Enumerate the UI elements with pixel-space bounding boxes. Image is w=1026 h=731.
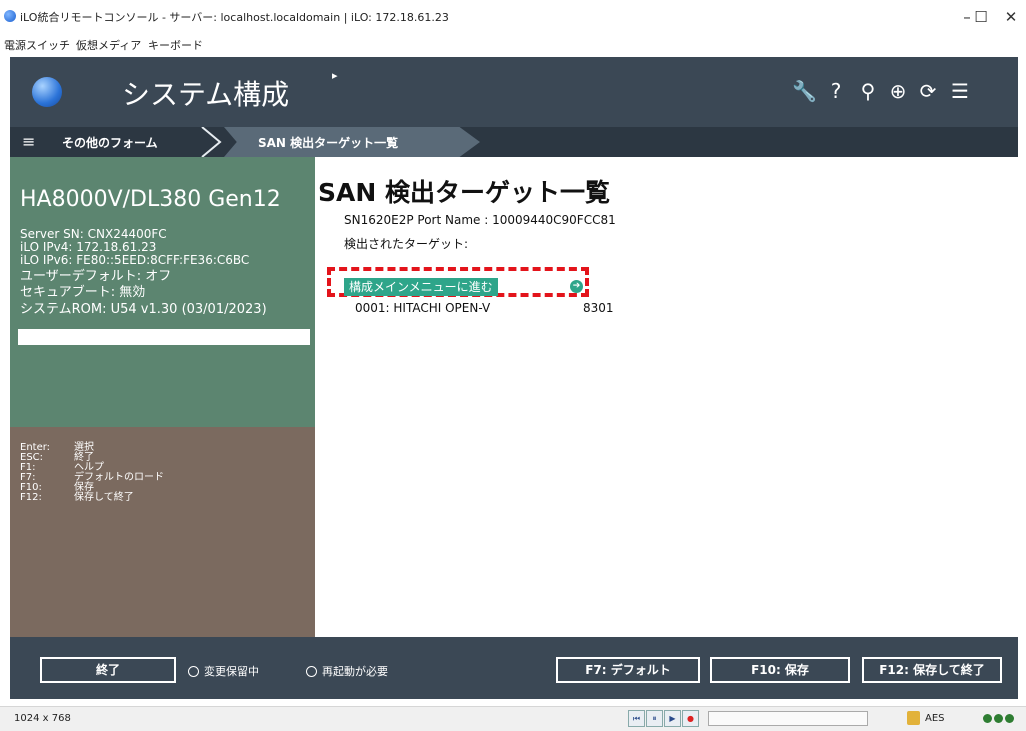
globe-icon[interactable]: ⊕ [886, 77, 910, 105]
secure-boot: セキュアブート: 無効 [20, 285, 146, 300]
window-title: iLO統合リモートコンソール - サーバー: localhost.localdo… [20, 11, 449, 24]
console-status-bar: 1024 x 768 ⏮ ⏸ ▶ ● AES [0, 706, 1026, 731]
playback-controls: ⏮ ⏸ ▶ ● [628, 710, 699, 727]
target-item[interactable]: 0001: HITACHI OPEN-V [355, 301, 490, 315]
main-content: SAN 検出ターゲット一覧 SN1620E2P Port Name : 1000… [315, 157, 1018, 637]
f10-save-button[interactable]: F10: 保存 [710, 657, 850, 683]
system-rom: システムROM: U54 v1.30 (03/01/2023) [20, 302, 267, 317]
page-title: SAN 検出ターゲット一覧 [318, 178, 610, 207]
goto-main-menu-button[interactable]: 構成メインメニューに進む [344, 278, 498, 296]
menu-virtual-media[interactable]: 仮想メディア [76, 37, 141, 53]
menu-keyboard[interactable]: キーボード [148, 37, 203, 53]
radio-circle-icon [188, 666, 199, 677]
key-help-panel: Enter: 選択 ESC: 終了 F1: ヘルプ F7: デフォルトのロード F10:… [10, 427, 315, 637]
server-model: HA8000V/DL380 Gen12 [20, 187, 281, 212]
lock-icon [907, 711, 920, 725]
f12-save-exit-button[interactable]: F12: 保存して終了 [862, 657, 1002, 683]
menu-power-switch[interactable]: 電源スイッチ [4, 37, 70, 53]
breadcrumb-other-forms[interactable]: その他のフォーム [62, 134, 158, 151]
help-icon[interactable]: ? [824, 77, 848, 105]
status-lights [983, 714, 1014, 723]
screen-resolution: 1024 x 768 [14, 713, 71, 724]
hamburger-menu-icon[interactable]: ≡ [22, 132, 35, 151]
status-light-icon [1005, 714, 1014, 723]
progress-bar [708, 711, 868, 726]
breadcrumb: ≡ その他のフォーム SAN 検出ターゲット一覧 [10, 127, 1018, 157]
server-info-panel: HA8000V/DL380 Gen12 Server SN: CNX24400F… [10, 157, 315, 427]
system-config-header: システム構成 ▸ 🔧 ? ⚲ ⊕ ⟳ ☰ [10, 57, 1018, 127]
arrow-right-icon[interactable]: ➔ [570, 280, 583, 293]
maximize-button[interactable]: ☐ [966, 6, 996, 28]
radio-circle-icon [306, 666, 317, 677]
f7-default-button[interactable]: F7: デフォルト [556, 657, 700, 683]
breadcrumb-current-label: SAN 検出ターゲット一覧 [258, 136, 399, 150]
target-port: 8301 [583, 301, 614, 315]
bottom-action-bar: 終了 変更保留中 再起動が必要 F7: デフォルト F10: 保存 F12: 保… [10, 637, 1018, 699]
key-help-row: F12: 保存して終了 [20, 492, 134, 503]
status-light-icon [994, 714, 1003, 723]
pause-icon[interactable]: ⏸ [646, 710, 663, 727]
page-header-title: システム構成 [122, 78, 290, 111]
server-icon[interactable]: ☰ [948, 77, 972, 105]
wrench-icon[interactable]: 🔧 [792, 77, 817, 105]
breadcrumb-san-targets[interactable]: SAN 検出ターゲット一覧 [224, 127, 480, 157]
exit-button[interactable]: 終了 [40, 657, 176, 683]
search-icon[interactable]: ⚲ [856, 77, 880, 105]
status-light-icon [983, 714, 992, 723]
refresh-icon[interactable]: ⟳ [916, 77, 940, 105]
ilo-ipv6: iLO IPv6: FE80::5EED:8CFF:FE36:C6BC [20, 253, 250, 267]
pending-changes-indicator: 変更保留中 [188, 663, 259, 679]
ilo-app-icon [4, 10, 16, 22]
play-icon[interactable]: ▶ [664, 710, 681, 727]
mouse-cursor-icon: ▸ [332, 69, 338, 82]
reboot-required-indicator: 再起動が必要 [306, 663, 388, 679]
info-blank-bar [18, 329, 310, 345]
user-default: ユーザーデフォルト: オフ [20, 269, 172, 284]
close-button[interactable]: ✕ [996, 6, 1026, 28]
skip-back-icon[interactable]: ⏮ [628, 710, 645, 727]
detected-targets-label: 検出されたターゲット: [344, 237, 469, 251]
port-name-line: SN1620E2P Port Name : 10009440C90FCC81 [344, 213, 616, 227]
window-titlebar: iLO統合リモートコンソール - サーバー: localhost.localdo… [0, 0, 1026, 34]
breadcrumb-chevron-icon [201, 127, 222, 157]
record-icon[interactable]: ● [682, 710, 699, 727]
console-menu-bar: 電源スイッチ 仮想メディア キーボード [0, 34, 1026, 54]
encryption-label: AES [925, 713, 945, 724]
hpe-logo-icon [32, 77, 62, 107]
